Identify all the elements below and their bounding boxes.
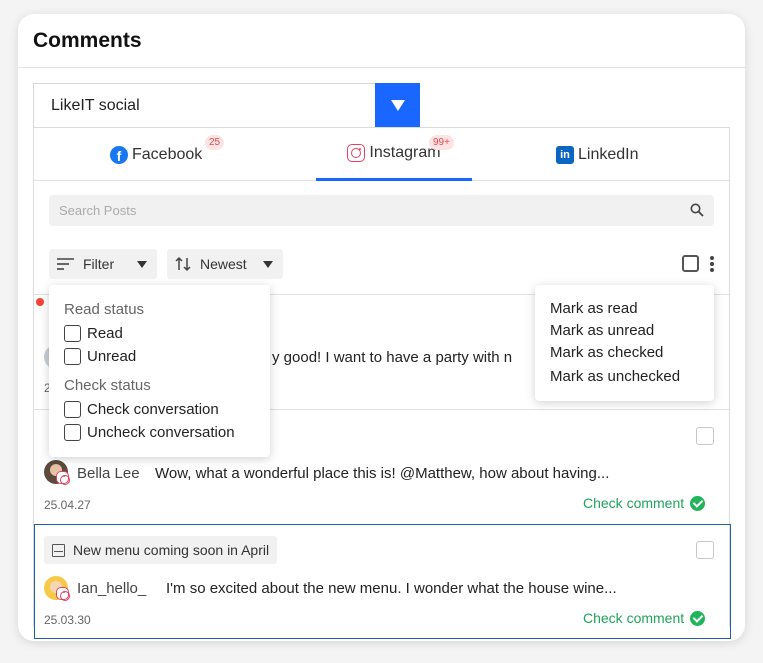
menu-item-mark-unread[interactable]: Mark as unread <box>550 322 654 339</box>
comment-date: 25.04.27 <box>44 498 91 512</box>
account-select-value: LikeIT social <box>51 97 140 114</box>
unread-indicator <box>36 298 44 306</box>
row-checkbox[interactable] <box>696 427 714 445</box>
filter-option-label: Read <box>87 325 123 342</box>
sort-label: Newest <box>200 256 247 272</box>
check-comment-label: Check comment <box>583 495 685 511</box>
filter-option-label: Uncheck conversation <box>87 424 235 441</box>
facebook-icon: f <box>110 145 128 164</box>
comments-panel: f Facebook 25 Instagram 99+ in LinkedIn <box>33 127 731 639</box>
filter-lines-icon <box>57 258 74 270</box>
more-options-menu: Mark as read Mark as unread Mark as chec… <box>535 285 714 401</box>
select-all-checkbox[interactable] <box>682 255 699 272</box>
account-select-toggle[interactable] <box>375 83 420 128</box>
tab-facebook[interactable]: f Facebook <box>110 128 202 181</box>
more-options-icon[interactable] <box>708 254 716 274</box>
tab-instagram-badge: 99+ <box>429 135 454 150</box>
read-status-heading: Read status <box>64 301 145 318</box>
filter-option-read[interactable]: Read <box>64 325 123 342</box>
checkbox[interactable] <box>64 401 81 418</box>
menu-item-mark-read[interactable]: Mark as read <box>550 300 638 317</box>
filter-option-unread[interactable]: Unread <box>64 348 136 365</box>
caret-down-icon <box>390 100 405 111</box>
instagram-icon <box>347 144 366 162</box>
instagram-badge-icon <box>56 471 70 485</box>
sort-arrows-icon <box>175 256 191 272</box>
search-icon[interactable] <box>690 203 704 217</box>
account-select[interactable]: LikeIT social <box>33 83 420 128</box>
tab-facebook-badge: 25 <box>205 135 225 150</box>
comment-text: y good! I want to have a party with n <box>272 349 513 366</box>
sort-button[interactable]: Newest <box>167 249 283 279</box>
menu-item-mark-checked[interactable]: Mark as checked <box>550 344 663 361</box>
filter-label: Filter <box>83 256 115 272</box>
filter-option-uncheck[interactable]: Uncheck conversation <box>64 424 235 441</box>
check-status-heading: Check status <box>64 377 151 394</box>
tab-facebook-label: Facebook <box>132 145 203 163</box>
filter-dropdown: Read status Read Unread Check status Che… <box>49 285 270 457</box>
checkbox[interactable] <box>64 325 81 342</box>
filter-caret-icon <box>137 260 147 268</box>
selected-row-outline <box>34 524 731 639</box>
sort-caret-icon <box>263 260 273 268</box>
tab-linkedin-label: LinkedIn <box>578 145 639 163</box>
search-input[interactable] <box>59 201 659 220</box>
filter-option-label: Check conversation <box>87 401 219 418</box>
linkedin-icon: in <box>556 145 574 164</box>
comment-text: Wow, what a wonderful place this is! @Ma… <box>155 465 610 482</box>
comment-username: Bella Lee <box>77 465 140 482</box>
checkbox[interactable] <box>64 424 81 441</box>
menu-item-mark-unchecked[interactable]: Mark as unchecked <box>550 368 680 385</box>
comments-card: Comments LikeIT social f Facebook 25 Ins… <box>18 14 745 641</box>
page-title: Comments <box>33 29 142 52</box>
tab-linkedin[interactable]: in LinkedIn <box>556 128 639 181</box>
platform-tabs: f Facebook 25 Instagram 99+ in LinkedIn <box>34 128 729 181</box>
check-circle-icon <box>690 495 706 511</box>
filter-option-check[interactable]: Check conversation <box>64 401 219 418</box>
filter-option-label: Unread <box>87 348 137 365</box>
title-divider <box>18 67 745 68</box>
filter-button[interactable]: Filter <box>49 249 157 279</box>
search-bar <box>49 195 714 226</box>
check-comment-status[interactable]: Check comment <box>583 495 706 511</box>
checkbox[interactable] <box>64 348 81 365</box>
